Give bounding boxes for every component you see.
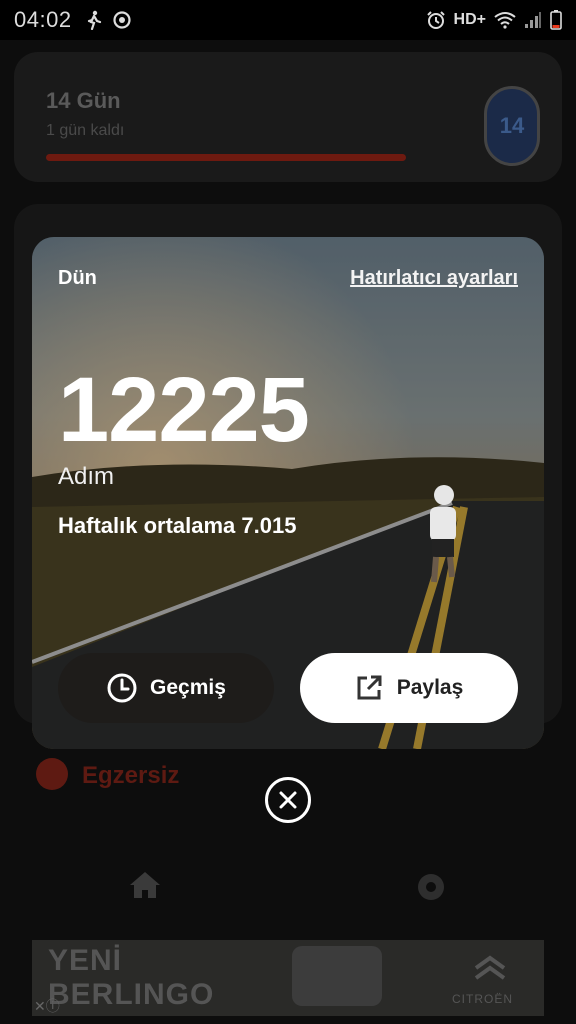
ad-text-line2: BERLINGO — [48, 978, 215, 1011]
ad-car-image — [292, 946, 382, 1006]
bottom-nav — [0, 840, 576, 930]
day-label: Dün — [58, 267, 97, 289]
steps-unit: Adım — [58, 463, 115, 490]
history-button-label: Geçmiş — [150, 676, 226, 699]
running-icon — [36, 758, 68, 790]
home-icon[interactable] — [128, 870, 162, 900]
challenge-title: 14 Gün — [46, 88, 121, 113]
status-bar: 04:02 HD+ — [0, 0, 576, 40]
history-button[interactable]: Geçmiş — [58, 653, 274, 723]
close-button[interactable] — [265, 777, 311, 823]
wifi-icon — [494, 12, 516, 29]
sync-icon — [112, 11, 131, 29]
network-type: HD+ — [453, 11, 486, 28]
badge-number: 14 — [499, 113, 525, 138]
reminder-settings-link[interactable]: Hatırlatıcı ayarları — [350, 267, 518, 290]
settings-icon[interactable] — [414, 870, 448, 904]
challenge-progress-bar — [46, 154, 406, 161]
clock-icon — [107, 673, 137, 703]
challenge-subtitle: 1 gün kaldı — [46, 122, 125, 139]
battery-icon — [550, 10, 562, 30]
status-time: 04:02 — [14, 7, 72, 32]
ad-text-line1: YENİ — [48, 944, 123, 977]
exercise-label: Egzersiz — [82, 762, 180, 789]
ad-banner[interactable]: YENİ BERLINGO CITROËN ✕ⓘ — [32, 940, 544, 1016]
steps-count: 12225 — [58, 359, 310, 461]
share-icon — [357, 675, 382, 700]
challenge-badge: 14 — [484, 86, 540, 166]
ad-brand: CITROËN — [452, 992, 513, 1006]
citroen-logo-icon — [474, 955, 506, 980]
ad-close-icon[interactable]: ✕ⓘ — [34, 996, 60, 1016]
daily-steps-modal: Dün Hatırlatıcı ayarları 12225 Adım Haft… — [32, 237, 544, 749]
challenge-card[interactable]: 14 Gün 1 gün kaldı 14 — [14, 52, 562, 182]
signal-icon — [525, 12, 541, 28]
alarm-icon — [426, 11, 445, 29]
walk-icon — [87, 10, 101, 30]
ad-headline: YENİ BERLINGO — [48, 944, 214, 1012]
share-button[interactable]: Paylaş — [300, 653, 518, 723]
share-button-label: Paylaş — [396, 676, 464, 699]
weekly-average: Haftalık ortalama 7.015 — [58, 513, 297, 538]
close-icon — [279, 791, 297, 809]
